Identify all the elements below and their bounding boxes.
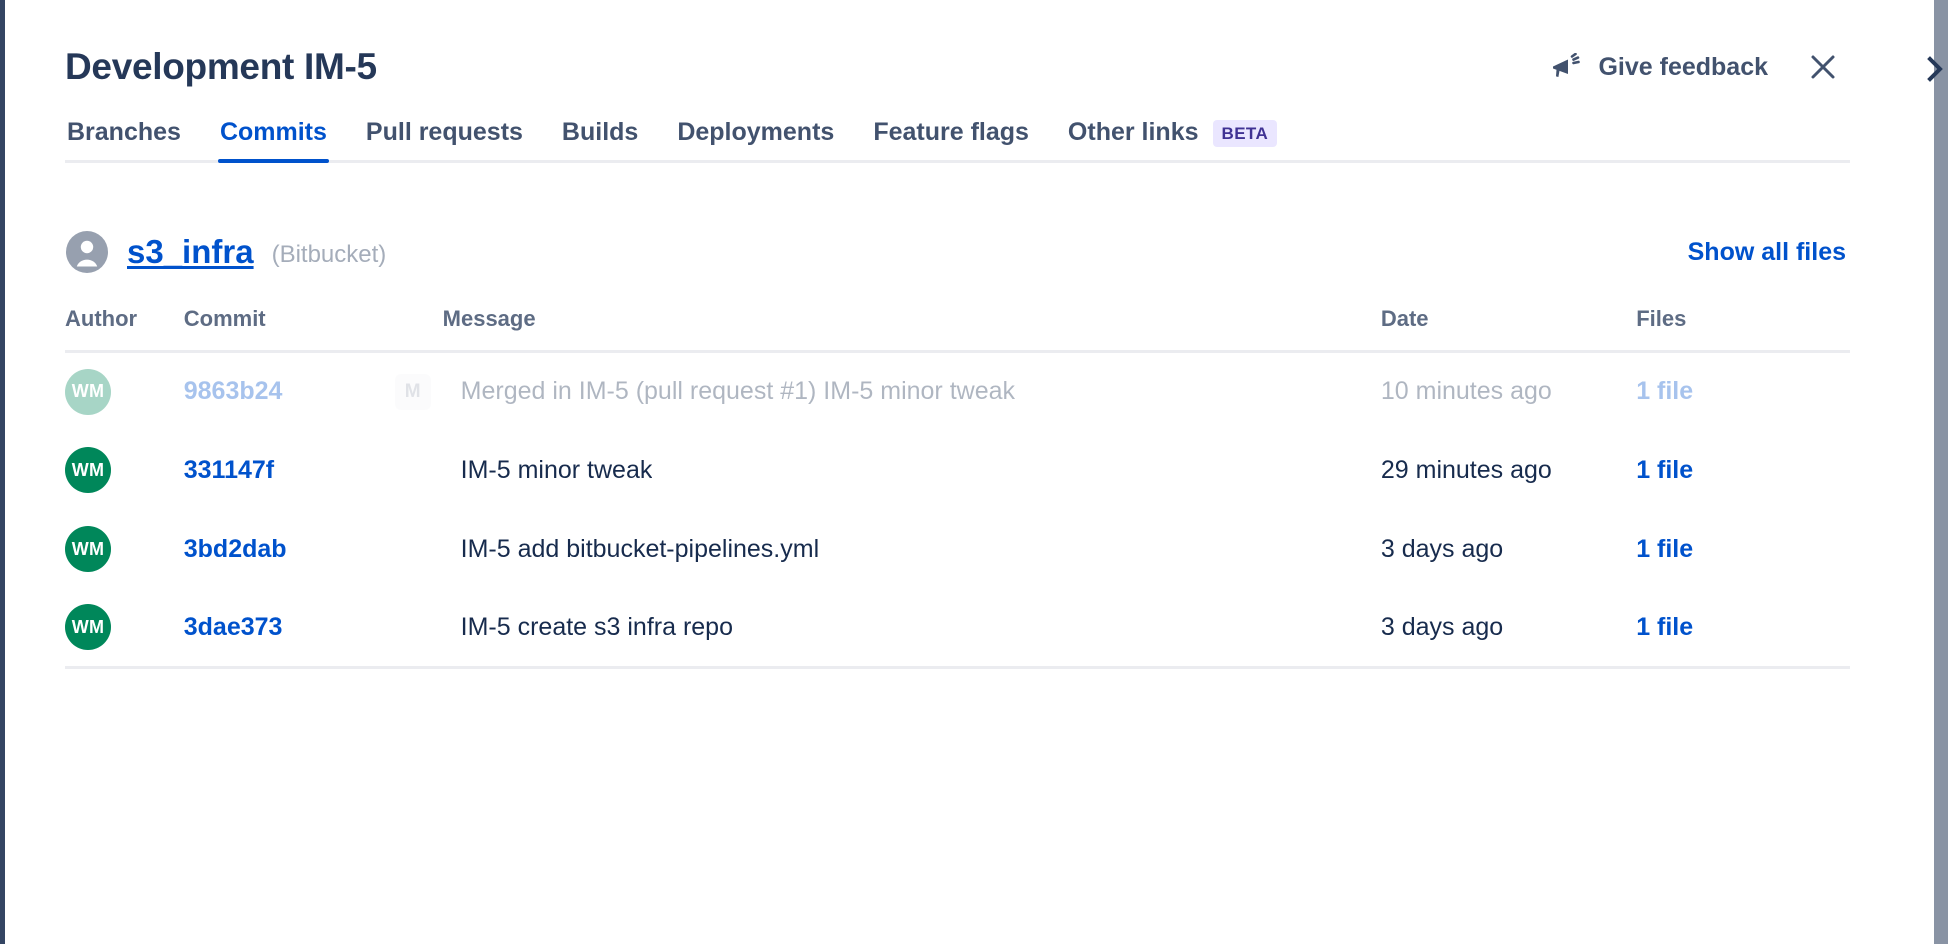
files-count-link[interactable]: 1 file bbox=[1636, 535, 1693, 563]
cell-files: 1 file bbox=[1636, 510, 1850, 589]
show-all-files-link[interactable]: Show all files bbox=[1688, 238, 1850, 267]
tab-label: Builds bbox=[562, 118, 638, 147]
tab-label: Commits bbox=[220, 118, 327, 147]
cell-files: 1 file bbox=[1636, 352, 1850, 431]
avatar: WM bbox=[65, 526, 111, 572]
cell-message: IM-5 add bitbucket-pipelines.yml bbox=[443, 510, 1381, 589]
chevron-right-icon bbox=[1922, 52, 1948, 86]
cell-date: 3 days ago bbox=[1381, 589, 1636, 668]
give-feedback-button[interactable]: Give feedback bbox=[1551, 53, 1768, 82]
development-panel: Development IM-5 Give feedback bbox=[0, 0, 1948, 944]
repository-name-link[interactable]: s3_infra bbox=[127, 233, 254, 271]
cell-author: WM bbox=[65, 510, 184, 589]
cell-commit: 3dae373 bbox=[184, 589, 443, 668]
beta-badge: BETA bbox=[1213, 120, 1278, 148]
column-header-files: Files bbox=[1636, 306, 1850, 352]
files-count-link[interactable]: 1 file bbox=[1636, 456, 1693, 484]
panel-header: Development IM-5 Give feedback bbox=[65, 0, 1850, 96]
table-row[interactable]: WM 3bd2dab IM-5 add bitbucket-pipelines.… bbox=[65, 510, 1850, 589]
column-header-author: Author bbox=[65, 306, 184, 352]
table-row[interactable]: WM 9863b24 M Merged in IM-5 (pull reques… bbox=[65, 352, 1850, 431]
close-button[interactable] bbox=[1802, 46, 1844, 88]
cell-message: IM-5 create s3 infra repo bbox=[443, 589, 1381, 668]
commit-message: Merged in IM-5 (pull request #1) IM-5 mi… bbox=[461, 377, 1015, 406]
tab-bar: Branches Commits Pull requests Builds De… bbox=[65, 118, 1850, 163]
commit-message: IM-5 add bitbucket-pipelines.yml bbox=[461, 535, 820, 564]
cell-date: 29 minutes ago bbox=[1381, 431, 1636, 510]
files-count-link[interactable]: 1 file bbox=[1636, 377, 1693, 405]
megaphone-icon bbox=[1551, 53, 1585, 81]
tab-feature-flags[interactable]: Feature flags bbox=[871, 118, 1031, 163]
commit-message: IM-5 minor tweak bbox=[461, 456, 653, 485]
table-row[interactable]: WM 331147f IM-5 minor tweak 29 minutes a… bbox=[65, 431, 1850, 510]
commits-table: Author Commit Message Date Files WM 9863… bbox=[65, 306, 1850, 669]
commits-table-head: Author Commit Message Date Files bbox=[65, 306, 1850, 352]
cell-message: M Merged in IM-5 (pull request #1) IM-5 … bbox=[443, 352, 1381, 431]
cell-date: 10 minutes ago bbox=[1381, 352, 1636, 431]
tab-branches[interactable]: Branches bbox=[65, 118, 183, 163]
avatar: WM bbox=[65, 447, 111, 493]
panel-content: Development IM-5 Give feedback bbox=[5, 0, 1910, 944]
column-header-date: Date bbox=[1381, 306, 1636, 352]
commits-table-body: WM 9863b24 M Merged in IM-5 (pull reques… bbox=[65, 352, 1850, 668]
commit-date: 3 days ago bbox=[1381, 613, 1503, 641]
cell-date: 3 days ago bbox=[1381, 510, 1636, 589]
tab-label: Feature flags bbox=[873, 118, 1029, 147]
commit-message: IM-5 create s3 infra repo bbox=[461, 613, 733, 642]
expand-panel-button[interactable] bbox=[1918, 0, 1948, 944]
commit-hash-link[interactable]: 331147f bbox=[184, 456, 274, 484]
commit-date: 29 minutes ago bbox=[1381, 456, 1552, 484]
header-actions: Give feedback bbox=[1551, 46, 1850, 88]
tab-label: Deployments bbox=[677, 118, 834, 147]
repository-identity: s3_infra (Bitbucket) bbox=[65, 230, 386, 274]
tab-label: Other links bbox=[1068, 118, 1199, 147]
tab-label: Branches bbox=[67, 118, 181, 147]
tab-builds[interactable]: Builds bbox=[560, 118, 640, 163]
table-row[interactable]: WM 3dae373 IM-5 create s3 infra repo 3 d… bbox=[65, 589, 1850, 668]
merge-commit-badge: M bbox=[395, 374, 431, 410]
cell-message: IM-5 minor tweak bbox=[443, 431, 1381, 510]
cell-author: WM bbox=[65, 589, 184, 668]
page-title: Development IM-5 bbox=[65, 47, 377, 88]
avatar: WM bbox=[65, 604, 111, 650]
commit-hash-link[interactable]: 3bd2dab bbox=[184, 535, 287, 563]
column-header-message: Message bbox=[443, 306, 1381, 352]
cell-author: WM bbox=[65, 431, 184, 510]
avatar: WM bbox=[65, 369, 111, 415]
files-count-link[interactable]: 1 file bbox=[1636, 613, 1693, 641]
commit-date: 3 days ago bbox=[1381, 535, 1503, 563]
commit-hash-link[interactable]: 3dae373 bbox=[184, 613, 283, 641]
close-icon bbox=[1807, 51, 1839, 83]
commit-date: 10 minutes ago bbox=[1381, 377, 1552, 405]
commit-hash-link[interactable]: 9863b24 bbox=[184, 377, 283, 405]
column-header-commit: Commit bbox=[184, 306, 443, 352]
cell-files: 1 file bbox=[1636, 431, 1850, 510]
repository-header: s3_infra (Bitbucket) Show all files bbox=[65, 230, 1850, 274]
tab-deployments[interactable]: Deployments bbox=[675, 118, 836, 163]
person-avatar-icon bbox=[65, 230, 109, 274]
tab-pull-requests[interactable]: Pull requests bbox=[364, 118, 525, 163]
repository-source: (Bitbucket) bbox=[272, 241, 387, 269]
cell-commit: 331147f bbox=[184, 431, 443, 510]
cell-commit: 3bd2dab bbox=[184, 510, 443, 589]
tab-list: Branches Commits Pull requests Builds De… bbox=[65, 118, 1850, 163]
tab-commits[interactable]: Commits bbox=[218, 118, 329, 163]
tab-other-links[interactable]: Other links BETA bbox=[1066, 118, 1279, 163]
tab-label: Pull requests bbox=[366, 118, 523, 147]
give-feedback-label: Give feedback bbox=[1598, 53, 1768, 82]
table-header-row: Author Commit Message Date Files bbox=[65, 306, 1850, 352]
cell-files: 1 file bbox=[1636, 589, 1850, 668]
cell-author: WM bbox=[65, 352, 184, 431]
